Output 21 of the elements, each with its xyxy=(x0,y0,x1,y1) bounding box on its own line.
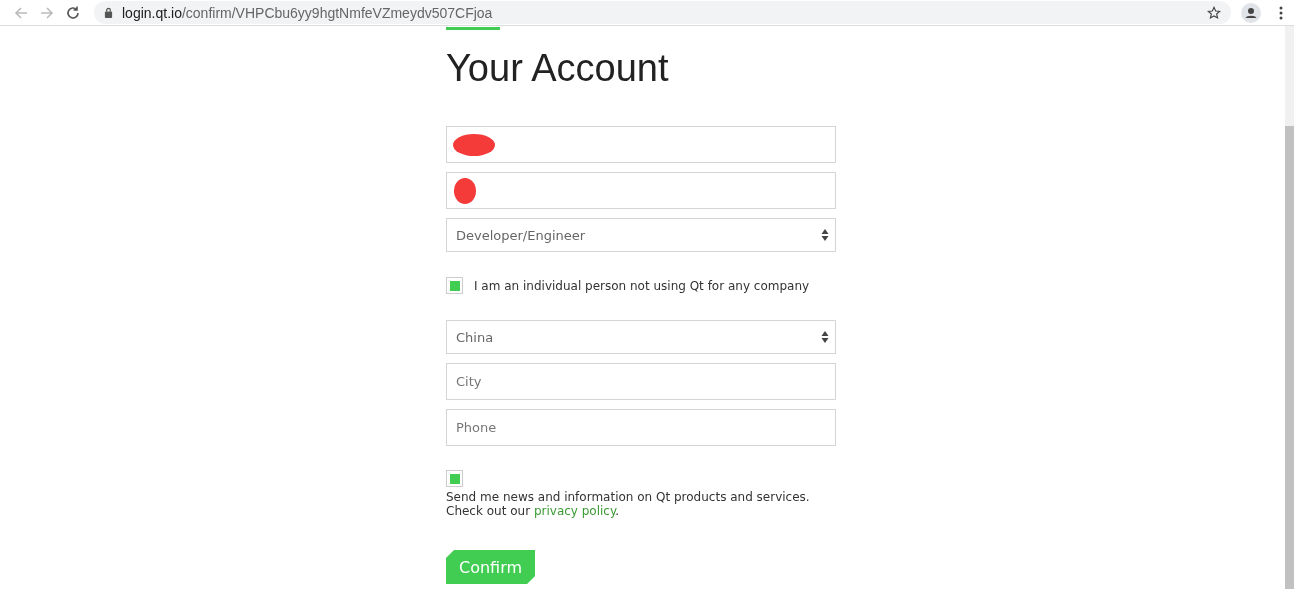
lock-icon xyxy=(104,7,113,18)
url-text: login.qt.io/confirm/VHPCbu6yy9hgtNmfeVZmeydv507CFjoa xyxy=(122,4,493,21)
sort-arrows-icon xyxy=(821,330,829,344)
page-title: Your Account xyxy=(446,46,670,91)
checkbox[interactable] xyxy=(446,470,463,487)
menu-icon[interactable] xyxy=(1279,5,1283,20)
star-icon[interactable] xyxy=(1207,5,1221,20)
dropdown[interactable]: Developer/Engineer xyxy=(446,218,836,252)
input-field[interactable]: Phone xyxy=(446,409,836,446)
checkbox-label: I am an individual person not using Qt for any company xyxy=(474,278,810,293)
input-field[interactable] xyxy=(446,172,836,209)
scrollbar[interactable] xyxy=(1285,26,1294,589)
profile-icon[interactable] xyxy=(1241,2,1261,23)
checkbox[interactable] xyxy=(446,277,463,294)
input-field[interactable] xyxy=(446,126,836,163)
address-bar[interactable]: login.qt.io/confirm/VHPCbu6yy9hgtNmfeVZmeydv507CFjoa xyxy=(94,1,1231,24)
consent-text: Send me news and information on Qt products and services. Check out our privacy policy. xyxy=(446,490,811,518)
input-field[interactable]: City xyxy=(446,363,836,400)
dropdown[interactable]: China xyxy=(446,320,836,354)
sort-arrows-icon xyxy=(821,228,829,242)
reload-icon[interactable] xyxy=(65,4,81,21)
